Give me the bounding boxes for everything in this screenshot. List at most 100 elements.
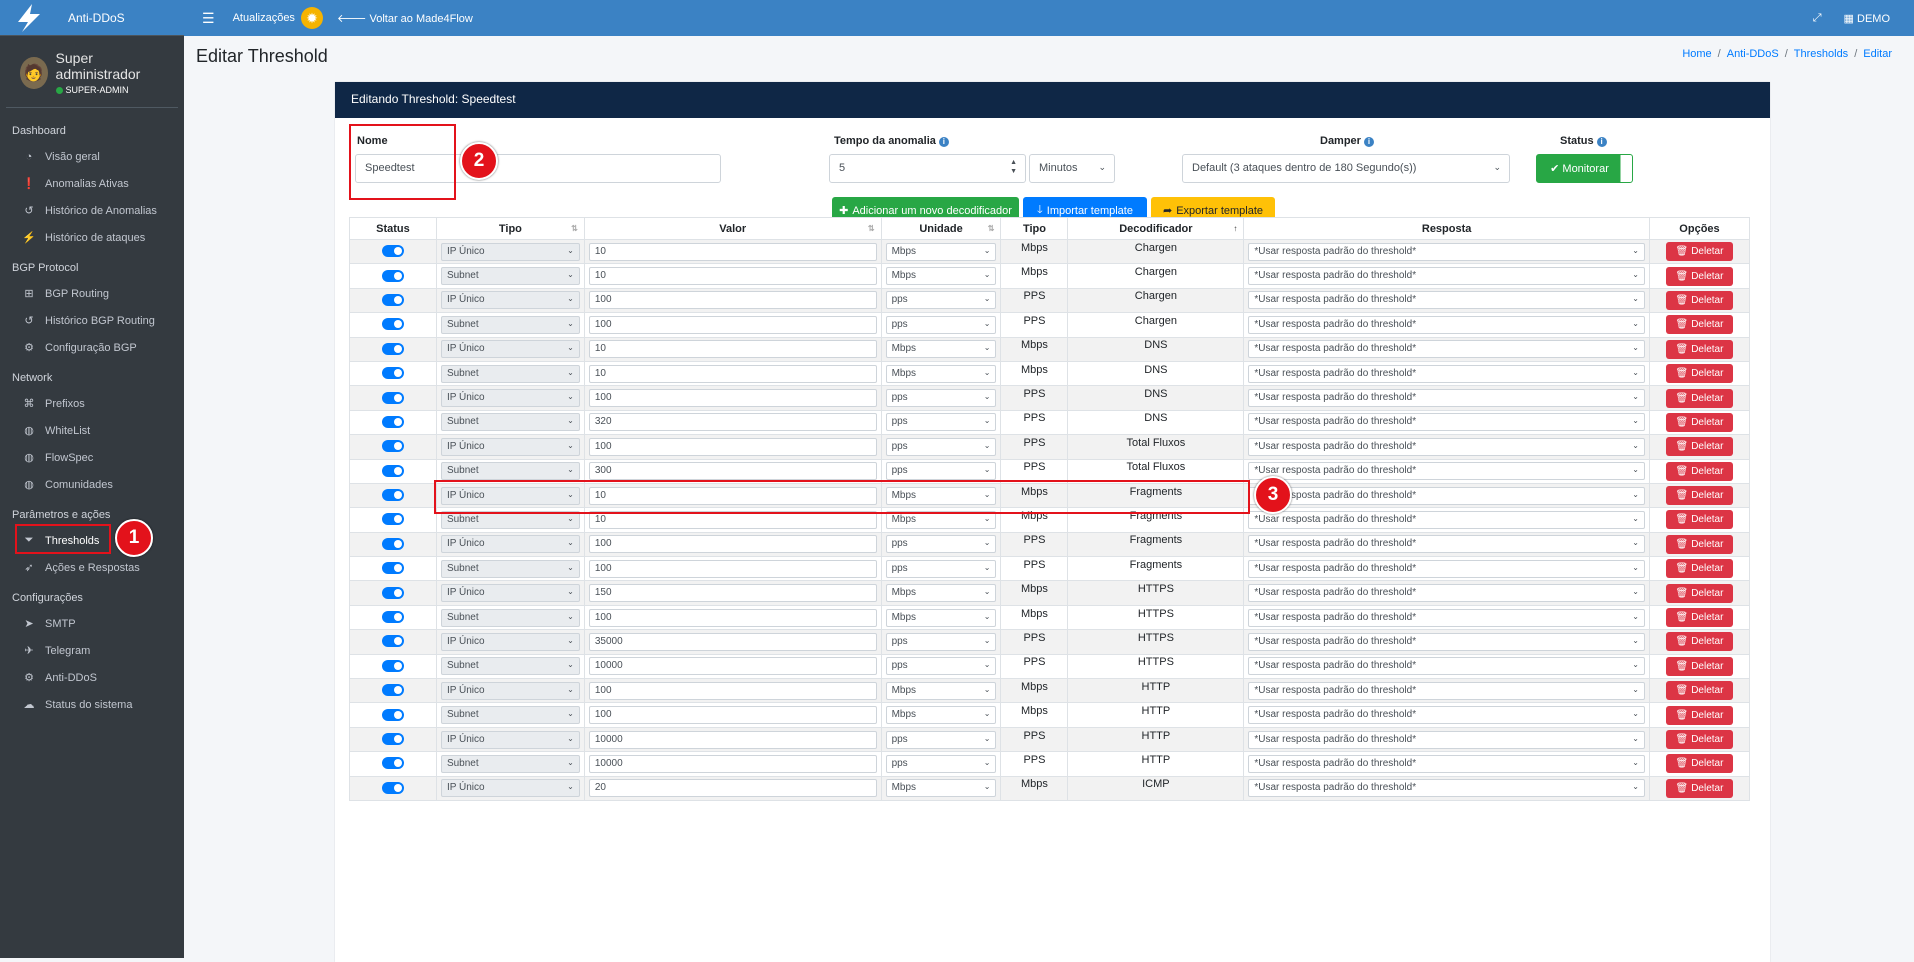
- resposta-select[interactable]: *Usar resposta padrão do threshold* ⌄: [1248, 486, 1645, 505]
- resposta-select[interactable]: *Usar resposta padrão do threshold* ⌄: [1248, 315, 1645, 334]
- valor-input[interactable]: 10: [588, 267, 877, 286]
- delete-button[interactable]: 🗑 Deletar: [1665, 437, 1733, 457]
- unidade-select[interactable]: Mbps ⌄: [885, 779, 997, 798]
- sidebar-item-hist-rico-de-anomalias[interactable]: ↺ Histórico de Anomalias: [0, 197, 184, 224]
- info-icon[interactable]: i: [938, 137, 949, 147]
- tipo-select[interactable]: IP Único ⌄: [440, 730, 580, 749]
- valor-input[interactable]: 100: [588, 437, 877, 456]
- resposta-select[interactable]: *Usar resposta padrão do threshold* ⌄: [1248, 267, 1645, 286]
- resposta-select[interactable]: *Usar resposta padrão do threshold* ⌄: [1248, 340, 1645, 359]
- resposta-select[interactable]: *Usar resposta padrão do threshold* ⌄: [1248, 510, 1645, 529]
- valor-input[interactable]: 10: [588, 340, 877, 359]
- status-toggle[interactable]: [381, 293, 404, 306]
- tipo-select[interactable]: IP Único ⌄: [440, 242, 580, 261]
- valor-input[interactable]: 20: [588, 779, 877, 798]
- info-icon[interactable]: i: [1363, 137, 1374, 147]
- delete-button[interactable]: 🗑 Deletar: [1665, 315, 1733, 335]
- unidade-select[interactable]: pps ⌄: [885, 413, 997, 432]
- unidade-select[interactable]: Mbps ⌄: [885, 584, 997, 603]
- col-valor[interactable]: Valor ⇅: [583, 217, 882, 240]
- valor-input[interactable]: 100: [588, 706, 877, 725]
- delete-button[interactable]: 🗑 Deletar: [1665, 730, 1733, 749]
- status-toggle[interactable]: [381, 464, 404, 477]
- tipo-select[interactable]: IP Único ⌄: [440, 779, 580, 798]
- unidade-select[interactable]: Mbps ⌄: [885, 608, 997, 627]
- col-opcoes[interactable]: Opções: [1648, 217, 1751, 240]
- col-tipo[interactable]: Tipo ⇅: [435, 217, 585, 240]
- col-status[interactable]: Status: [349, 217, 437, 240]
- tipo-select[interactable]: Subnet ⌄: [440, 608, 580, 627]
- delete-button[interactable]: 🗑 Deletar: [1665, 583, 1733, 603]
- status-toggle[interactable]: [381, 367, 404, 380]
- status-toggle[interactable]: [381, 537, 404, 550]
- sidebar-item-anti-ddos[interactable]: ⚙ Anti-DDoS: [0, 664, 184, 691]
- unidade-select[interactable]: Mbps ⌄: [885, 242, 997, 261]
- delete-button[interactable]: 🗑 Deletar: [1665, 754, 1733, 774]
- unidade-select[interactable]: pps ⌄: [885, 559, 997, 578]
- updates-link[interactable]: Atualizações ✹: [233, 7, 323, 29]
- delete-button[interactable]: 🗑 Deletar: [1665, 290, 1733, 310]
- sidebar-item-anomalias-ativas[interactable]: ❗ Anomalias Ativas: [0, 170, 184, 197]
- delete-button[interactable]: 🗑 Deletar: [1665, 339, 1733, 359]
- resposta-select[interactable]: *Usar resposta padrão do threshold* ⌄: [1248, 730, 1645, 749]
- valor-input[interactable]: 100: [588, 315, 877, 334]
- valor-input[interactable]: 35000: [588, 632, 877, 651]
- delete-button[interactable]: 🗑 Deletar: [1665, 559, 1733, 579]
- tipo-select[interactable]: IP Único ⌄: [440, 291, 580, 310]
- unidade-select[interactable]: pps ⌄: [885, 291, 997, 310]
- resposta-select[interactable]: *Usar resposta padrão do threshold* ⌄: [1248, 291, 1645, 310]
- status-toggle[interactable]: [381, 562, 404, 575]
- resposta-select[interactable]: *Usar resposta padrão do threshold* ⌄: [1248, 462, 1645, 481]
- valor-input[interactable]: 100: [588, 608, 877, 627]
- account-menu[interactable]: ▦ DEMO: [1844, 12, 1890, 25]
- damper-select[interactable]: Default (3 ataques dentro de 180 Segundo…: [1182, 154, 1510, 183]
- sidebar-item-configura-o-bgp[interactable]: ⚙ Configuração BGP: [0, 334, 184, 361]
- status-toggle[interactable]: [381, 513, 404, 526]
- stepper-icon[interactable]: ▲ ▼: [1010, 158, 1017, 176]
- status-toggle[interactable]: [381, 440, 404, 453]
- tipo-select[interactable]: Subnet ⌄: [440, 413, 580, 432]
- tipo-select[interactable]: IP Único ⌄: [440, 535, 580, 554]
- valor-input[interactable]: 320: [588, 413, 877, 432]
- tipo-select[interactable]: IP Único ⌄: [440, 632, 580, 651]
- valor-input[interactable]: 10000: [588, 754, 877, 773]
- valor-input[interactable]: 10: [588, 364, 877, 383]
- resposta-select[interactable]: *Usar resposta padrão do threshold* ⌄: [1248, 242, 1645, 261]
- unidade-select[interactable]: Mbps ⌄: [885, 681, 997, 700]
- valor-input[interactable]: 150: [588, 584, 877, 603]
- tipo-select[interactable]: Subnet ⌄: [440, 315, 580, 334]
- col-unidade[interactable]: Unidade ⇅: [880, 217, 1002, 240]
- sidebar-item-status-do-sistema[interactable]: ☁ Status do sistema: [0, 691, 184, 718]
- unidade-select[interactable]: Mbps ⌄: [885, 267, 997, 286]
- status-toggle[interactable]: [381, 659, 404, 672]
- unidade-select[interactable]: Mbps ⌄: [885, 706, 997, 725]
- user-panel[interactable]: 🧑 Super administrador SUPER-ADMIN: [6, 36, 178, 108]
- valor-input[interactable]: 100: [588, 681, 877, 700]
- sidebar-item-hist-rico-bgp-routing[interactable]: ↺ Histórico BGP Routing: [0, 307, 184, 334]
- delete-button[interactable]: 🗑 Deletar: [1665, 486, 1733, 506]
- delete-button[interactable]: 🗑 Deletar: [1665, 364, 1733, 384]
- tipo-select[interactable]: Subnet ⌄: [440, 364, 580, 383]
- resposta-select[interactable]: *Usar resposta padrão do threshold* ⌄: [1248, 559, 1645, 578]
- resposta-select[interactable]: *Usar resposta padrão do threshold* ⌄: [1248, 754, 1645, 773]
- sidebar-item-hist-rico-de-ataques[interactable]: ⚡ Histórico de ataques: [0, 224, 184, 251]
- tipo-select[interactable]: IP Único ⌄: [440, 437, 580, 456]
- sidebar-item-comunidades[interactable]: ◍ Comunidades: [0, 471, 184, 498]
- info-icon[interactable]: i: [1596, 137, 1607, 147]
- delete-button[interactable]: 🗑 Deletar: [1665, 705, 1733, 725]
- unidade-select[interactable]: pps ⌄: [885, 389, 997, 408]
- valor-input[interactable]: 300: [588, 462, 877, 481]
- status-toggle[interactable]: [381, 611, 404, 624]
- valor-input[interactable]: 10: [588, 242, 877, 261]
- delete-button[interactable]: 🗑 Deletar: [1665, 510, 1733, 530]
- unidade-select[interactable]: pps ⌄: [885, 535, 997, 554]
- status-toggle[interactable]: [381, 586, 404, 599]
- unidade-select[interactable]: pps ⌄: [885, 437, 997, 456]
- delete-button[interactable]: 🗑 Deletar: [1665, 266, 1733, 286]
- time-unit-select[interactable]: Minutos ⌄: [1029, 154, 1115, 183]
- resposta-select[interactable]: *Usar resposta padrão do threshold* ⌄: [1248, 608, 1645, 627]
- delete-button[interactable]: 🗑 Deletar: [1665, 534, 1733, 554]
- resposta-select[interactable]: *Usar resposta padrão do threshold* ⌄: [1248, 584, 1645, 603]
- breadcrumb-antiddos[interactable]: Anti-DDoS: [1727, 48, 1779, 60]
- tipo-select[interactable]: Subnet ⌄: [440, 657, 580, 676]
